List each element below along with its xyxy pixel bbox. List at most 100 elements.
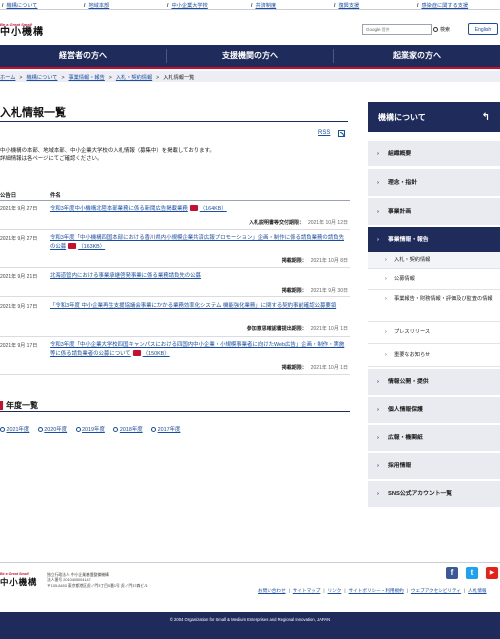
site-logo[interactable]: Be a Great Small 中小機構 — [0, 22, 60, 44]
year-list: 2021年度 2020年度 2019年度 2018年度 2017年度 — [0, 425, 187, 433]
utility-bar: 機構について 地域本部 中小企業大学校 共済制度 復興支援 感染症に関する支援 — [0, 0, 500, 10]
search-button[interactable]: 検索 — [433, 24, 459, 35]
footer-link-links[interactable]: リンク — [328, 588, 342, 593]
youtube-icon[interactable]: ▶ — [486, 567, 498, 579]
table-row: 2021年 9月 27日 令和3年度「中小機構四国本部における香川県内小規模企業… — [0, 233, 350, 268]
sidebar-item-philosophy[interactable]: 理念・指針 — [368, 168, 500, 197]
sidebar-header[interactable]: 機構について ↰ — [368, 102, 500, 132]
sidebar-subitem-public-offering[interactable]: 公募情報 — [368, 269, 500, 290]
heading-accent-bar — [0, 401, 3, 410]
row-date: 2021年 9月 27日 — [0, 206, 38, 212]
sidebar-subitem-reports[interactable]: 事業報告・財務情報・評価及び監査の情報 — [368, 290, 500, 322]
sidebar-item-pr[interactable]: 広報・機関紙 — [368, 424, 500, 452]
footer-logo-name: 中小機構 — [0, 578, 38, 588]
year-link-2021[interactable]: 2021年度 — [0, 425, 29, 433]
nav-for-entrepreneurs[interactable]: 起業家の方へ — [334, 45, 500, 67]
table-row: 2021年 9月 27日 令和3年度中小機構北陸本部業務に係る新聞広告掲載業務（… — [0, 203, 350, 230]
sidebar-item-sns[interactable]: SNS公式アカウント一覧 — [368, 480, 500, 508]
row-date: 2021年 9月 17日 — [0, 304, 38, 310]
footer-link-policy[interactable]: サイトポリシー・利用規約 — [349, 588, 404, 593]
column-header-date: 公告日 — [0, 193, 17, 199]
nav-for-support-orgs[interactable]: 支援機関の方へ — [167, 45, 333, 67]
row-date: 2021年 9月 27日 — [0, 236, 38, 242]
sidebar-item-privacy[interactable]: 個人情報保護 — [368, 396, 500, 424]
footer-address: 独立行政法人 中小企業基盤整備機構 法人番号 2010405004147 〒10… — [47, 573, 148, 589]
rss-icon[interactable] — [338, 130, 345, 137]
utility-link-about[interactable]: 機構について — [2, 2, 37, 9]
arrow-circle-icon — [75, 426, 81, 432]
row-title-link[interactable]: 北海道管内における事業承継啓発事業に係る業務請負先の公募 — [50, 273, 348, 281]
title-underline — [0, 121, 348, 122]
column-header-subject: 件名 — [50, 193, 61, 199]
row-title-link[interactable]: 「令和3年度 中小企業再生支援協議会事業にかかる業務効率化システム 機能強化業務… — [50, 303, 348, 311]
footer-link-bidding[interactable]: 人札情報 — [468, 588, 486, 593]
twitter-icon[interactable]: t — [466, 567, 478, 579]
utility-link-infection-support[interactable]: 感染症に関する支援 — [417, 2, 468, 9]
row-deadline: 参加意思確認書提出期限： 2021年 10月 1日 — [246, 326, 348, 332]
breadcrumb-current: 入札情報一覧 — [163, 74, 195, 81]
intro-line-1: 中小機構の本部、地域本部、中小企業大学校の入札情報（募集中）を掲載しております。 — [0, 148, 215, 154]
arrow-circle-icon — [37, 426, 43, 432]
year-link-2020[interactable]: 2020年度 — [37, 425, 67, 433]
copyright: © 2004 Organization for Small & Medium E… — [0, 612, 500, 639]
row-file-size: （163KB） — [78, 243, 106, 250]
utility-link-mutual-aid[interactable]: 共済制度 — [251, 2, 276, 9]
breadcrumb-about[interactable]: 機構について — [26, 75, 57, 81]
pdf-icon — [132, 349, 141, 356]
footer-link-accessibility[interactable]: ウェブアクセシビリティ — [411, 588, 461, 593]
breadcrumb-business-info[interactable]: 事業情報・報告 — [68, 75, 104, 81]
footer-logo[interactable]: Be a Great Small 中小機構 — [0, 572, 37, 588]
page-title: 入札情報一覧 — [0, 107, 66, 119]
row-file-size: （150KB） — [142, 350, 170, 357]
english-button[interactable]: English — [468, 23, 498, 35]
utility-link-reconstruction[interactable]: 復興支援 — [334, 2, 359, 9]
rss-link[interactable]: RSS — [318, 130, 330, 136]
table-row: 2021年 9月 21日 北海道管内における事業承継啓発事業に係る業務請負先の公… — [0, 271, 350, 297]
sidebar-subitem-notices[interactable]: 重要なお知らせ — [368, 344, 500, 367]
logo-name: 中小機構 — [0, 27, 44, 38]
sidebar-subitem-press[interactable]: プレスリリース — [368, 322, 500, 344]
breadcrumb-bidding[interactable]: 入札・契約情報 — [116, 75, 152, 81]
sidebar-subitem-bidding[interactable]: 入札・契約情報 — [368, 252, 500, 269]
footer-postal-address: 〒105-8453 東京都港区虎ノ門3丁目5番1号 虎ノ門37森ビル — [47, 583, 148, 588]
row-title-link[interactable]: 令和3年度「中小企業大学校四国キャンパスにおける四国内中小企業・小規模事業者に向… — [50, 342, 348, 358]
pdf-icon — [189, 205, 198, 211]
sidebar-item-recruit[interactable]: 採用情報 — [368, 452, 500, 480]
arrow-circle-icon — [151, 426, 157, 432]
intro-line-2: 詳細情報は各ページにてご確認ください。 — [0, 155, 103, 162]
footer: Be a Great Small 中小機構 独立行政法人 中小企業基盤整備機構 … — [0, 562, 500, 639]
year-list-title: 年度一覧 — [6, 401, 38, 410]
sidebar: 機構について ↰ 組織概要 理念・指針 事業計画 事業情報・報告 入札・契約情報… — [368, 102, 500, 508]
breadcrumb-home[interactable]: ホーム — [0, 75, 15, 81]
facebook-icon[interactable]: f — [446, 567, 458, 579]
search-icon — [433, 27, 438, 32]
utility-link-regional[interactable]: 地域本部 — [84, 2, 109, 9]
footer-link-sitemap[interactable]: サイトマップ — [293, 588, 321, 593]
footer-link-contact[interactable]: お問い合わせ — [258, 588, 286, 593]
main-nav: 経営者の方へ 支援機関の方へ 起業家の方へ — [0, 45, 500, 69]
sidebar-item-disclosure[interactable]: 情報公開・提供 — [368, 368, 500, 396]
sidebar-item-organization[interactable]: 組織概要 — [368, 140, 500, 167]
row-deadline: 掲載期限： 2021年 10月 8日 — [281, 258, 348, 264]
intro-text: 中小機構の本部、地域本部、中小企業大学校の入札情報（募集中）を掲載しております。… — [0, 148, 340, 163]
row-deadline: 入札説明書等交付期限： 2021年 10月 12日 — [248, 220, 348, 226]
utility-link-university[interactable]: 中小企業大学校 — [167, 2, 207, 9]
search-input[interactable]: Google 提供 — [362, 24, 432, 35]
year-link-2018[interactable]: 2018年度 — [113, 425, 143, 433]
year-list-heading: 年度一覧 — [0, 399, 350, 412]
row-title-link[interactable]: 令和3年度「中小機構四国本部における香川県内小規模企業共済広報プロモーション」企… — [50, 235, 348, 251]
row-deadline: 掲載期限： 2021年 9月 30日 — [281, 288, 348, 294]
year-link-2017[interactable]: 2017年度 — [151, 425, 180, 433]
sidebar-item-business-info[interactable]: 事業情報・報告 — [368, 226, 500, 253]
arrow-circle-icon — [113, 426, 119, 432]
row-title-link[interactable]: 令和3年度中小機構北陸本部業務に係る新聞広告掲載業務 （164KB） — [50, 205, 348, 214]
row-date: 2021年 9月 21日 — [0, 274, 38, 280]
sidebar-item-business-plan[interactable]: 事業計画 — [368, 197, 500, 226]
year-link-2019[interactable]: 2019年度 — [75, 425, 105, 433]
table-row: 2021年 9月 17日 「令和3年度 中小企業再生支援協議会事業にかかる業務効… — [0, 301, 350, 337]
nav-for-managers[interactable]: 経営者の方へ — [0, 45, 166, 67]
back-arrow-icon[interactable]: ↰ — [482, 112, 490, 123]
arrow-circle-icon — [0, 426, 5, 432]
search-google-label: Google — [366, 27, 381, 32]
sidebar-title: 機構について — [378, 113, 426, 122]
